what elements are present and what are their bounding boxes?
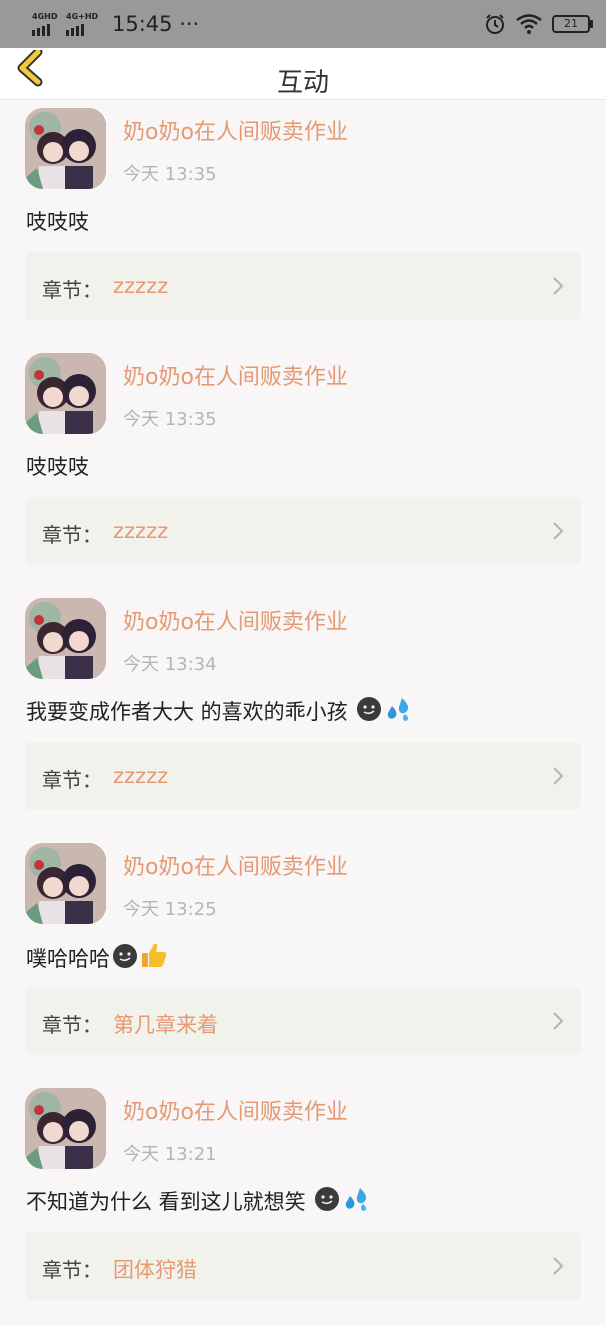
smirk-face-icon xyxy=(357,697,382,721)
avatar-image xyxy=(25,843,106,924)
comment-feed: 奶o奶o在人间贩卖作业 今天 13:35 吱吱吱 章节： zzzzz 奶o奶o在人间贩卖作… xyxy=(0,100,606,1325)
chapter-value: 第几章来着 xyxy=(113,1013,218,1037)
chapter-label: 章节： xyxy=(42,768,102,792)
comment-time: 今天 13:34 xyxy=(123,654,217,675)
status-time: 15:45 ··· xyxy=(112,12,200,36)
chapter-value: zzzzz xyxy=(113,764,169,788)
comment-text-row: 吱吱吱 xyxy=(26,206,89,236)
network-type-1: 4GHD xyxy=(32,12,58,21)
chapter-label: 章节： xyxy=(42,1013,102,1037)
chapter-value: zzzzz xyxy=(113,274,169,298)
signal-icon: 4GHD xyxy=(32,12,60,36)
comment-text: 吱吱吱 xyxy=(26,455,89,479)
user-name[interactable]: 奶o奶o在人间贩卖作业 xyxy=(123,604,348,636)
comment-text: 吱吱吱 xyxy=(26,210,89,234)
alarm-icon xyxy=(486,14,504,34)
chevron-right-icon xyxy=(553,767,564,785)
comment-item: 奶o奶o在人间贩卖作业今天 13:25 噗哈哈哈章节： 第几章来着 xyxy=(0,835,606,1080)
chevron-right-icon xyxy=(553,1257,564,1275)
chapter-link[interactable]: 章节： zzzzz xyxy=(25,252,581,320)
network-type-2: 4G+HD xyxy=(66,12,99,21)
status-bar: 4GHD 4G+HD 15:45 ··· 21 xyxy=(0,0,606,48)
chapter-value: zzzzz xyxy=(113,519,169,543)
avatar[interactable] xyxy=(25,843,106,924)
chapter-link[interactable]: 章节： zzzzz xyxy=(25,742,581,810)
chevron-right-icon xyxy=(553,522,564,540)
chevron-right-icon xyxy=(553,277,564,295)
avatar[interactable] xyxy=(25,353,106,434)
network-indicators: 4GHD 4G+HD xyxy=(32,12,98,36)
comment-time: 今天 13:21 xyxy=(123,1144,217,1165)
smirk-face-icon xyxy=(113,944,137,968)
comment-time: 今天 13:35 xyxy=(123,164,217,185)
comment-text-row: 吱吱吱 xyxy=(26,451,89,481)
nav-bar: 互动 xyxy=(0,47,606,100)
avatar[interactable] xyxy=(25,1088,106,1169)
page-title: 互动 xyxy=(276,68,329,98)
sweat-droplets-icon xyxy=(388,698,409,721)
user-name[interactable]: 奶o奶o在人间贩卖作业 xyxy=(123,849,348,881)
comment-text-row: 我要变成作者大大 的喜欢的乖小孩 xyxy=(26,696,412,726)
comment-text-row: 不知道为什么 看到这儿就想笑 xyxy=(26,1186,370,1216)
comment-text: 不知道为什么 看到这儿就想笑 xyxy=(26,1190,313,1214)
comment-item: 奶o奶o在人间贩卖作业今天 13:35 吱吱吱章节： zzzzz xyxy=(0,345,606,590)
chapter-link[interactable]: 章节： zzzzz xyxy=(25,497,581,565)
chevron-right-icon xyxy=(553,1012,564,1030)
chapter-label: 章节： xyxy=(42,278,102,302)
battery-level: 21 xyxy=(564,17,578,30)
avatar-image xyxy=(25,353,106,434)
comment-item: 奶o奶o在人间贩卖作业今天 13:35 吱吱吱章节： zzzzz xyxy=(0,100,606,345)
sweat-droplets-icon xyxy=(346,1188,367,1211)
chapter-label: 章节： xyxy=(42,1258,102,1282)
signal-icon: 4G+HD xyxy=(66,12,98,36)
avatar-image xyxy=(25,1088,106,1169)
chapter-link[interactable]: 章节： 第几章来着 xyxy=(25,987,581,1055)
avatar-image xyxy=(25,598,106,679)
comment-text: 噗哈哈哈 xyxy=(26,947,110,971)
comment-text: 我要变成作者大大 的喜欢的乖小孩 xyxy=(26,700,355,724)
smirk-face-icon xyxy=(315,1187,340,1211)
avatar[interactable] xyxy=(25,598,106,679)
avatar-image xyxy=(25,108,106,189)
comment-item: 奶o奶o在人间贩卖作业今天 13:34 我要变成作者大大 的喜欢的乖小孩 章节： z… xyxy=(0,590,606,835)
user-name[interactable]: 奶o奶o在人间贩卖作业 xyxy=(123,359,348,391)
battery-icon: 21 xyxy=(552,15,593,33)
comment-text-row: 噗哈哈哈 xyxy=(26,941,168,973)
chapter-link[interactable]: 章节： 团体狩猎 xyxy=(25,1232,581,1300)
comment-item: 奶o奶o在人间贩卖作业今天 13:21 不知道为什么 看到这儿就想笑 章节： 团体狩… xyxy=(0,1080,606,1325)
comment-time: 今天 13:25 xyxy=(123,899,217,920)
chapter-label: 章节： xyxy=(42,523,102,547)
avatar[interactable] xyxy=(25,108,106,189)
user-name[interactable]: 奶o奶o在人间贩卖作业 xyxy=(123,114,348,146)
comment-time: 今天 13:35 xyxy=(123,409,217,430)
wifi-icon xyxy=(516,14,542,34)
user-name[interactable]: 奶o奶o在人间贩卖作业 xyxy=(123,1094,348,1126)
thumbs-up-icon xyxy=(142,943,167,967)
